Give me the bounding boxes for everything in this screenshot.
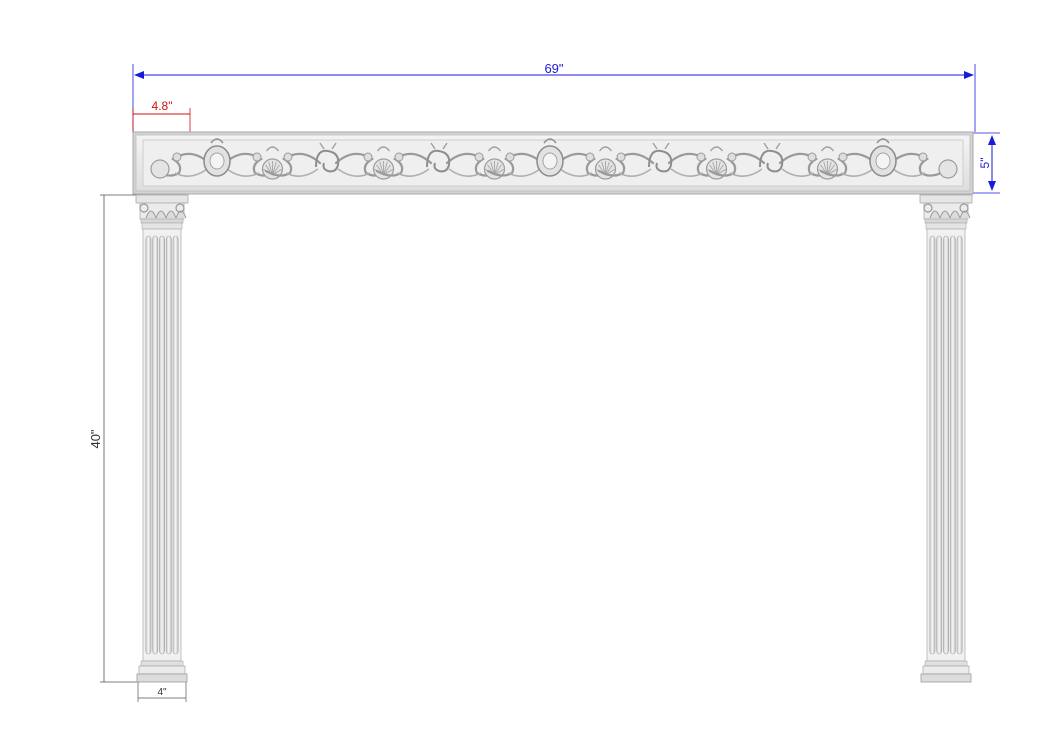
column-shaft — [926, 228, 966, 662]
ornament-offset-label: 4.8" — [152, 99, 173, 113]
column-width-dimension: 4" — [137, 682, 187, 702]
shell-rosette — [938, 159, 958, 179]
left-column — [135, 194, 189, 683]
column-height-dimension: 40" — [88, 194, 140, 683]
ornament-offset-dimension: 4.8" — [132, 99, 191, 132]
column-width-label: 4" — [157, 687, 167, 698]
column-height-label: 40" — [88, 429, 103, 448]
frieze-panel — [132, 131, 974, 195]
overall-width-label: 69" — [544, 61, 563, 76]
panel-height-label: 5" — [978, 158, 992, 169]
overall-width-dimension: 69" — [132, 61, 976, 132]
column-capital — [135, 194, 189, 230]
column-base — [136, 660, 188, 683]
column-capital — [919, 194, 973, 230]
fireplace-surround-drawing: 69" 4.8" 5" 40" 4" — [88, 61, 1000, 702]
right-column — [919, 194, 973, 683]
panel-height-dimension: 5" — [972, 132, 1000, 194]
column-base — [920, 660, 972, 683]
column-shaft — [142, 228, 182, 662]
shell-rosette — [150, 159, 170, 179]
